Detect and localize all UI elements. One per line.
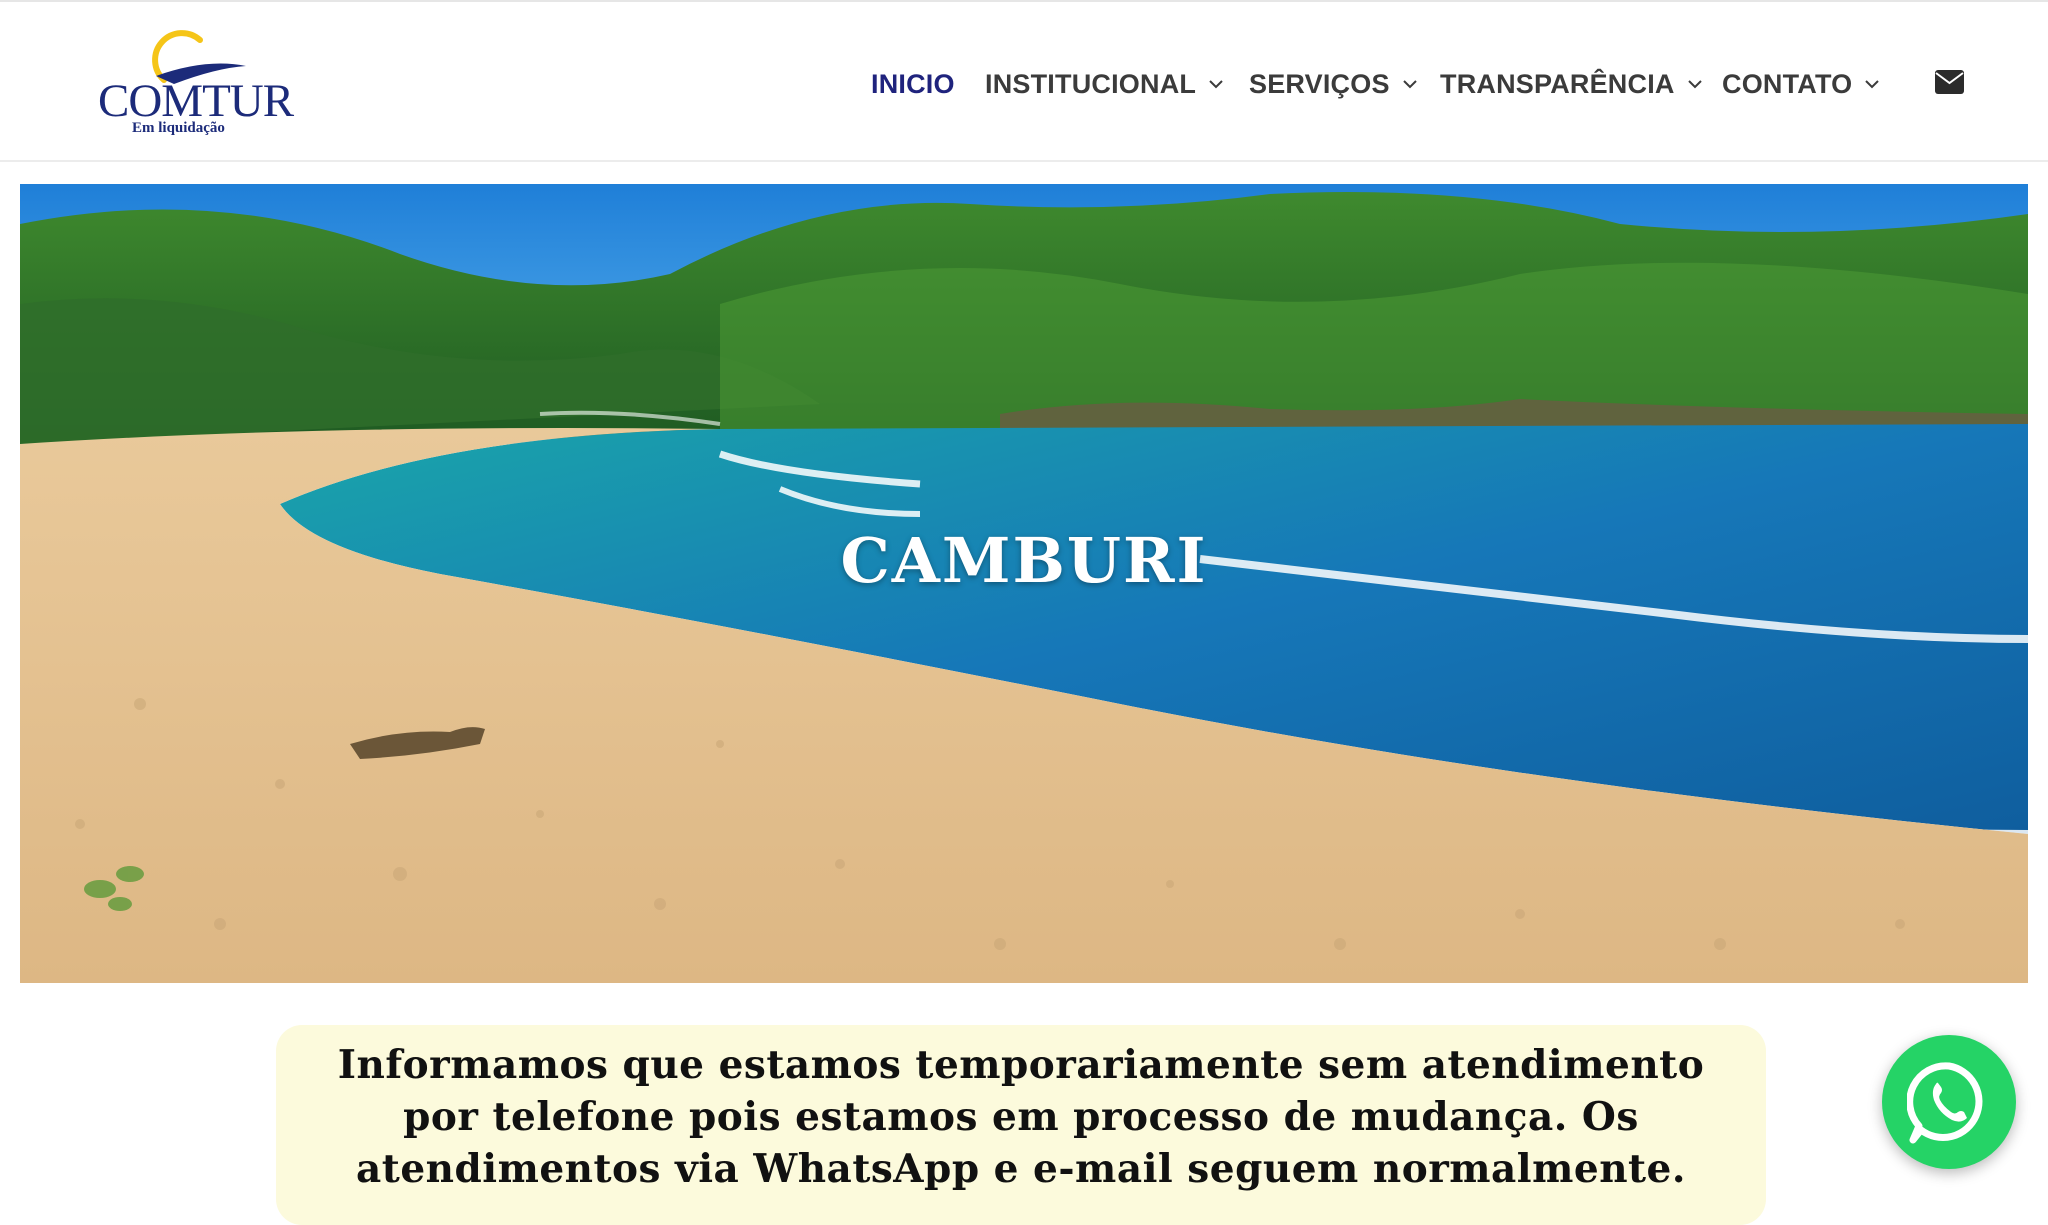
nav-item-institucional[interactable]: INSTITUCIONAL xyxy=(985,64,1224,104)
nav-label: CONTATO xyxy=(1722,68,1853,99)
nav-item-contato[interactable]: CONTATO xyxy=(1722,64,1880,104)
nav-item-transparencia[interactable]: TRANSPARÊNCIA xyxy=(1440,64,1703,104)
nav-label: SERVIÇOS xyxy=(1249,68,1390,99)
nav-label: INICIO xyxy=(871,68,955,99)
notice-text: Informamos que estamos temporariamente s… xyxy=(337,1042,1705,1192)
nav-item-servicos[interactable]: SERVIÇOS xyxy=(1249,64,1418,104)
notice-box: Informamos que estamos temporariamente s… xyxy=(276,1025,1766,1225)
hero-banner: CAMBURI xyxy=(20,184,2028,983)
nav-item-inicio[interactable]: INICIO xyxy=(871,64,955,104)
chevron-down-icon xyxy=(1865,80,1880,89)
whatsapp-button[interactable] xyxy=(1882,1035,2016,1169)
envelope-icon[interactable] xyxy=(1935,70,1964,94)
nav-label: INSTITUCIONAL xyxy=(985,68,1197,99)
logo-wordmark: COMTUR xyxy=(98,75,294,127)
comtur-logo[interactable]: COMTUR Em liquidação xyxy=(96,28,294,143)
site-header: COMTUR Em liquidação INICIO INSTITUCIONA… xyxy=(0,0,2048,162)
logo-subtitle: Em liquidação xyxy=(132,120,225,136)
nav-label: TRANSPARÊNCIA xyxy=(1440,68,1675,99)
chevron-down-icon xyxy=(1687,80,1702,89)
chevron-down-icon xyxy=(1209,80,1223,89)
chevron-down-icon xyxy=(1402,80,1417,89)
whatsapp-icon xyxy=(1907,1062,1983,1144)
hero-title: CAMBURI xyxy=(840,524,1208,597)
